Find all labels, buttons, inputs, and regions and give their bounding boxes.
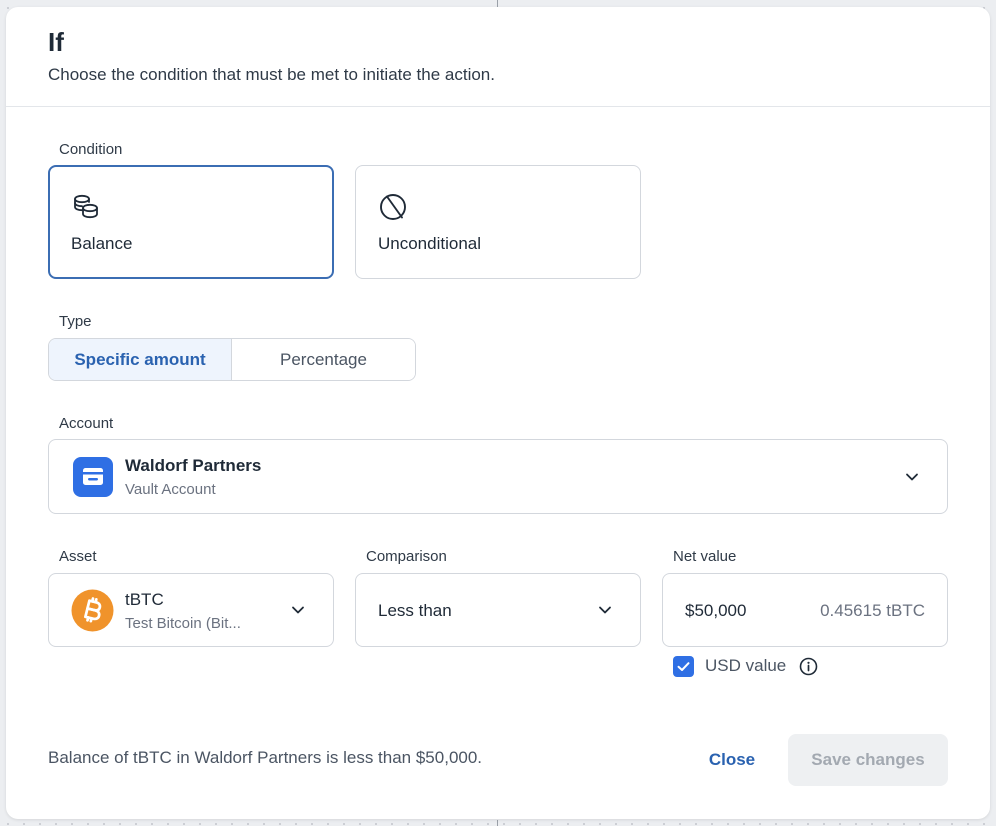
circle-slash-icon [380,194,406,220]
chevron-down-icon [599,606,611,614]
usd-value-checkbox[interactable] [673,656,694,677]
net-value-usd: $50,000 [685,601,747,620]
net-value-converted: 0.45615 tBTC [820,601,925,620]
chevron-down-icon [292,606,304,614]
condition-summary: Balance of tBTC in Waldorf Partners is l… [48,748,483,767]
canvas-connector-line-bottom [497,820,498,826]
comparison-select[interactable]: Less than [355,573,641,647]
condition-option-balance[interactable]: Balance [48,165,334,279]
condition-option-label: Unconditional [378,234,482,253]
chevron-down-icon [906,473,918,481]
asset-select[interactable]: tBTC Test Bitcoin (Bit... [48,573,334,647]
checkmark-icon [677,662,690,671]
condition-option-label: Balance [71,234,133,253]
account-name: Waldorf Partners [125,456,262,475]
comparison-label: Comparison [366,548,447,565]
type-segmented-control: Specific amount Percentage [48,338,416,381]
account-label: Account [59,415,114,432]
account-select[interactable]: Waldorf Partners Vault Account [48,439,948,514]
comparison-value: Less than [378,601,452,620]
type-label: Type [59,313,92,330]
dialog-subtitle: Choose the condition that must be met to… [48,65,495,84]
net-value-input[interactable]: $50,000 0.45615 tBTC [662,573,948,647]
asset-name: Test Bitcoin (Bit... [125,615,241,632]
net-value-label: Net value [673,548,737,565]
condition-label: Condition [59,141,123,158]
condition-dialog: If Choose the condition that must be met… [6,7,990,819]
info-icon[interactable] [799,657,818,676]
bitcoin-icon [71,589,114,632]
account-type: Vault Account [125,481,216,498]
dialog-header: If Choose the condition that must be met… [6,7,990,107]
asset-label: Asset [59,548,97,565]
usd-value-label: USD value [705,656,787,675]
type-option-percentage[interactable]: Percentage [232,339,415,380]
type-option-specific-amount[interactable]: Specific amount [49,339,232,380]
close-button[interactable]: Close [694,734,770,786]
dialog-title: If [48,27,64,57]
condition-option-unconditional[interactable]: Unconditional [355,165,641,279]
save-changes-button[interactable]: Save changes [788,734,948,786]
asset-symbol: tBTC [125,590,164,609]
vault-card-icon [73,457,113,497]
coins-icon [74,194,98,219]
